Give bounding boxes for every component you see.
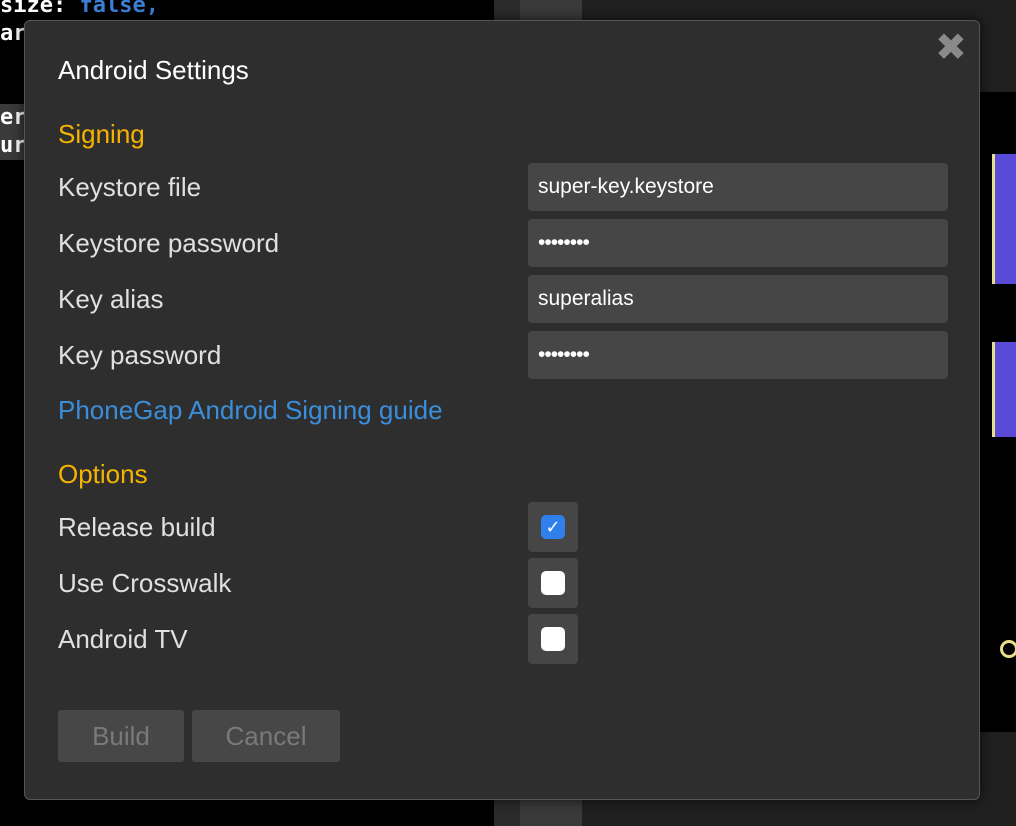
code-line-4: ur — [0, 133, 27, 158]
keystore-password-label: Keystore password — [58, 228, 280, 258]
signing-heading: Signing — [58, 119, 145, 149]
game-block — [992, 342, 1016, 437]
key-alias-input[interactable] — [528, 275, 948, 323]
key-password-input[interactable]: •••••••• — [528, 331, 948, 379]
code-line-2: ar — [0, 21, 27, 46]
code-line-3: er — [0, 105, 27, 130]
android-settings-dialog: ✖ Android Settings Signing Keystore file… — [24, 20, 980, 800]
release-build-label: Release build — [58, 512, 216, 542]
code-line-1: size: — [0, 0, 80, 18]
android-tv-label: Android TV — [58, 624, 188, 654]
dialog-title: Android Settings — [58, 55, 249, 85]
key-password-label: Key password — [58, 340, 222, 370]
android-tv-checkbox-wrap — [528, 614, 578, 664]
signing-guide-link[interactable]: PhoneGap Android Signing guide — [58, 395, 443, 426]
close-icon[interactable]: ✖ — [935, 29, 967, 67]
keystore-file-input[interactable] — [528, 163, 948, 211]
game-coin — [1000, 640, 1016, 658]
use-crosswalk-checkbox[interactable] — [541, 571, 565, 595]
keystore-file-label: Keystore file — [58, 172, 202, 202]
use-crosswalk-label: Use Crosswalk — [58, 568, 232, 598]
options-heading: Options — [58, 459, 148, 489]
code-keyword: false, — [79, 0, 159, 18]
build-button[interactable]: Build — [58, 710, 184, 762]
release-build-checkbox[interactable]: ✓ — [541, 515, 565, 539]
game-block — [992, 154, 1016, 284]
keystore-password-input[interactable]: •••••••• — [528, 219, 948, 267]
use-crosswalk-checkbox-wrap — [528, 558, 578, 608]
release-build-checkbox-wrap: ✓ — [528, 502, 578, 552]
key-alias-label: Key alias — [58, 284, 164, 314]
android-tv-checkbox[interactable] — [541, 627, 565, 651]
cancel-button[interactable]: Cancel — [192, 710, 340, 762]
